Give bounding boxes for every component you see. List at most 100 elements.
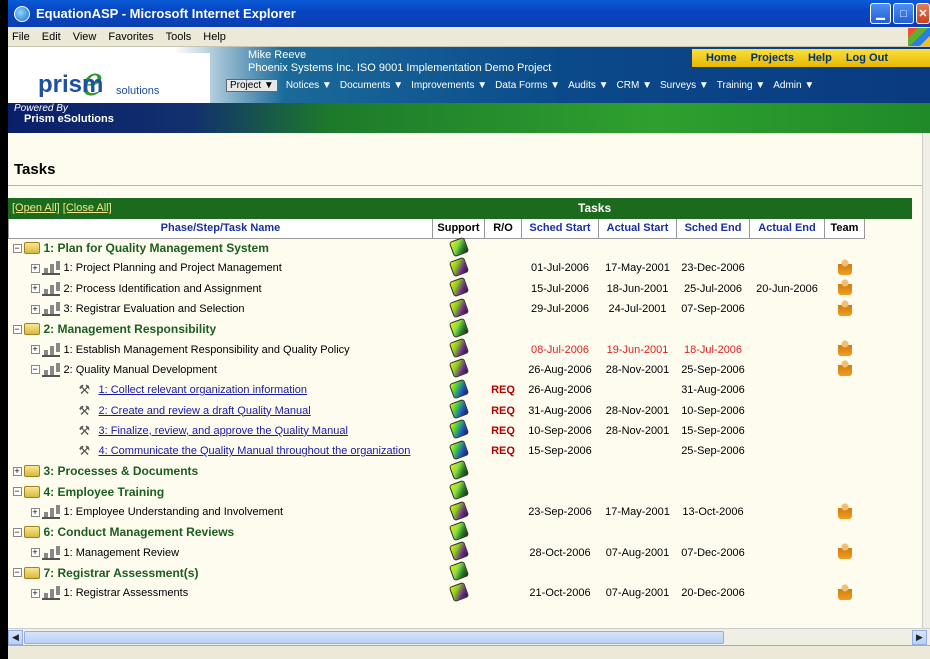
support-book-icon[interactable] — [448, 540, 469, 562]
expand-icon[interactable]: + — [30, 345, 40, 355]
logout-link[interactable]: Log Out — [846, 52, 888, 64]
team-icon[interactable] — [837, 360, 852, 377]
close-all-link[interactable]: [Close All] — [63, 202, 112, 214]
scroll-thumb[interactable] — [24, 631, 724, 644]
menu-help[interactable]: Help — [203, 31, 226, 43]
scroll-left-icon[interactable]: ◀ — [8, 630, 23, 645]
collapse-icon[interactable]: − — [12, 568, 22, 578]
collapse-icon[interactable]: − — [12, 243, 22, 253]
support-book-icon[interactable] — [448, 419, 469, 440]
menu-file[interactable]: File — [12, 31, 30, 43]
nav-training[interactable]: Training ▼ — [717, 80, 765, 91]
nav-improvements[interactable]: Improvements ▼ — [411, 80, 487, 91]
steps-icon — [41, 282, 60, 296]
horizontal-scrollbar[interactable]: ◀ ▶ — [8, 628, 930, 645]
projects-link[interactable]: Projects — [751, 52, 794, 64]
maximize-button[interactable]: □ — [893, 3, 914, 24]
task-link[interactable]: 1: Collect relevant organization informa… — [99, 384, 308, 396]
sched-start-cell: 15-Sep-2006 — [528, 445, 592, 458]
col-actual-end[interactable]: Actual End — [749, 219, 825, 239]
team-icon[interactable] — [837, 583, 852, 600]
expand-icon[interactable]: + — [30, 588, 40, 598]
prism-logo[interactable]: e prism solutions — [20, 53, 210, 105]
collapse-icon[interactable]: − — [12, 527, 22, 537]
menu-edit[interactable]: Edit — [42, 31, 61, 43]
menu-view[interactable]: View — [73, 31, 97, 43]
task-link[interactable]: 4: Communicate the Quality Manual throug… — [99, 445, 411, 457]
collapse-icon[interactable]: − — [12, 324, 22, 334]
actual-start-cell: 17-May-2001 — [605, 506, 670, 518]
actual-end-cell — [750, 461, 825, 481]
support-book-icon[interactable] — [448, 358, 469, 379]
support-book-icon[interactable] — [448, 439, 469, 460]
nav-notices[interactable]: Notices ▼ — [286, 80, 332, 91]
nav-project[interactable]: Project ▼ — [226, 78, 278, 92]
collapse-icon[interactable]: − — [30, 365, 40, 375]
col-sched-end[interactable]: Sched End — [676, 219, 750, 239]
task-link[interactable]: 2: Create and review a draft Quality Man… — [99, 405, 311, 417]
support-book-icon[interactable] — [448, 337, 469, 359]
actual-start-cell — [599, 461, 677, 481]
open-all-link[interactable]: [Open All] — [12, 202, 60, 214]
minimize-button[interactable]: ▁ — [870, 3, 891, 24]
sched-end-cell: 18-Jul-2006 — [683, 343, 743, 356]
expand-icon[interactable]: + — [30, 507, 40, 517]
team-icon[interactable] — [837, 299, 852, 316]
expand-icon[interactable]: + — [30, 284, 40, 294]
top-links: Home Projects Help Log Out — [692, 49, 930, 67]
actual-start-cell: 28-Nov-2001 — [605, 424, 670, 437]
help-link[interactable]: Help — [808, 52, 832, 64]
title-bar: EquationASP - Microsoft Internet Explore… — [8, 0, 930, 27]
col-sched-start[interactable]: Sched Start — [521, 219, 599, 239]
support-book-icon[interactable] — [448, 378, 469, 399]
step-name: 1: Project Planning and Project Manageme… — [63, 262, 282, 275]
menu-favorites[interactable]: Favorites — [108, 31, 153, 43]
scroll-right-icon[interactable]: ▶ — [912, 630, 927, 645]
task-row: +1: Management Review 28-Oct-2006 07-Aug-2… — [9, 540, 913, 562]
support-book-icon[interactable] — [448, 276, 469, 298]
collapse-icon[interactable]: − — [12, 487, 22, 497]
team-icon[interactable] — [837, 258, 852, 275]
close-button[interactable]: ✕ — [916, 3, 930, 24]
support-book-icon[interactable] — [448, 500, 469, 521]
menu-tools[interactable]: Tools — [166, 31, 192, 43]
sched-end-cell — [677, 319, 750, 339]
support-book-icon[interactable] — [448, 520, 469, 542]
vertical-scrollbar[interactable] — [922, 133, 930, 628]
support-book-icon[interactable] — [448, 297, 469, 318]
support-book-icon[interactable] — [448, 581, 469, 602]
support-book-icon[interactable] — [448, 561, 469, 582]
task-link[interactable]: 3: Finalize, review, and approve the Qua… — [99, 425, 348, 437]
sched-start-cell: 31-Aug-2006 — [528, 404, 592, 417]
actual-end-cell — [750, 360, 825, 380]
expand-icon[interactable]: + — [12, 466, 22, 476]
support-book-icon[interactable] — [448, 256, 469, 278]
support-book-icon[interactable] — [448, 236, 469, 258]
team-icon[interactable] — [837, 543, 852, 560]
support-book-icon[interactable] — [448, 398, 469, 420]
nav-audits[interactable]: Audits ▼ — [568, 80, 608, 91]
expand-icon[interactable]: + — [30, 263, 40, 273]
nav-data-forms[interactable]: Data Forms ▼ — [495, 80, 560, 91]
actual-start-cell: 17-May-2001 — [605, 262, 670, 275]
sched-end-cell: 25-Jul-2006 — [683, 282, 743, 295]
home-link[interactable]: Home — [706, 52, 737, 64]
steps-icon — [41, 505, 60, 519]
nav-admin[interactable]: Admin ▼ — [773, 80, 814, 91]
team-icon[interactable] — [837, 279, 852, 296]
support-book-icon[interactable] — [448, 459, 469, 481]
support-book-icon[interactable] — [448, 317, 469, 339]
nav-documents[interactable]: Documents ▼ — [340, 80, 403, 91]
expand-icon[interactable]: + — [30, 304, 40, 314]
col-actual-start[interactable]: Actual Start — [598, 219, 677, 239]
expand-icon[interactable]: + — [30, 548, 40, 558]
task-row: +1: Employee Understanding and Involveme… — [9, 500, 913, 522]
nav-surveys[interactable]: Surveys ▼ — [660, 80, 709, 91]
sched-start-cell — [522, 482, 599, 502]
nav-crm[interactable]: CRM ▼ — [617, 80, 652, 91]
user-info: Mike Reeve Phoenix Systems Inc. ISO 9001… — [248, 49, 551, 75]
team-icon[interactable] — [837, 340, 852, 357]
team-icon[interactable] — [837, 502, 852, 519]
col-name[interactable]: Phase/Step/Task Name — [8, 219, 433, 239]
support-book-icon[interactable] — [448, 479, 469, 501]
